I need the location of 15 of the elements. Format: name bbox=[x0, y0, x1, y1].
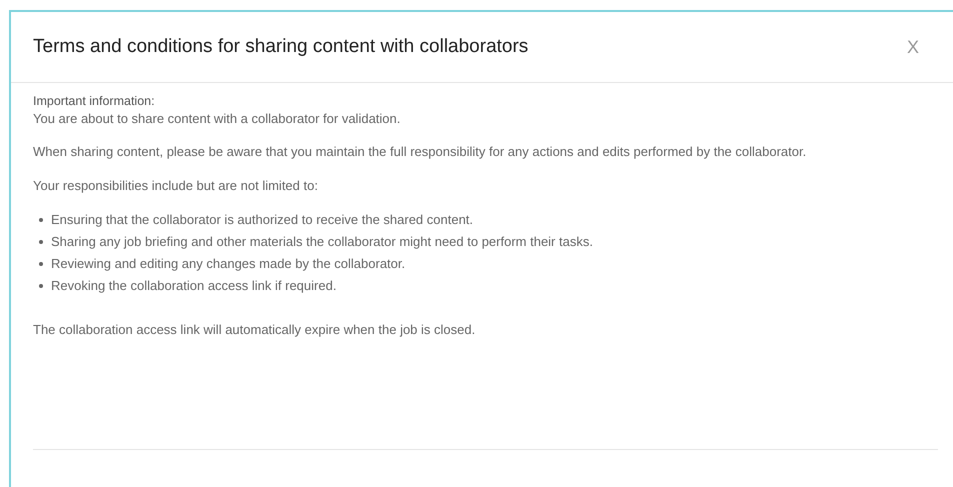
intro-text: You are about to share content with a collaborator for validation. bbox=[33, 110, 402, 127]
close-button[interactable]: X bbox=[902, 34, 923, 60]
bullet-icon bbox=[39, 218, 43, 222]
bullet-icon bbox=[39, 284, 43, 288]
paragraph: When sharing content, please be aware that you maintain the full responsibility for any actions and edits performed by the collaborator. bbox=[33, 143, 808, 161]
list-item-text: Reviewing and editing any changes made by the collaborator. bbox=[51, 255, 406, 273]
list-item-text: Revoking the collaboration access link if required. bbox=[51, 277, 336, 295]
dialog-title: Terms and conditions for sharing content with collaborators bbox=[33, 36, 528, 58]
list-item-text: Sharing any job briefing and other materials the collaborator might need to perform their tasks. bbox=[51, 233, 593, 251]
footer-note: The collaboration access link will automatically expire when the job is closed. bbox=[33, 321, 476, 339]
section-heading: Important information: bbox=[33, 93, 156, 110]
bullet-icon bbox=[39, 240, 43, 244]
bullet-icon bbox=[39, 262, 43, 266]
list-item-text: Ensuring that the collaborator is authorized to receive the shared content. bbox=[51, 211, 474, 229]
paragraph: Your responsibilities include but are not limited to: bbox=[33, 177, 319, 195]
